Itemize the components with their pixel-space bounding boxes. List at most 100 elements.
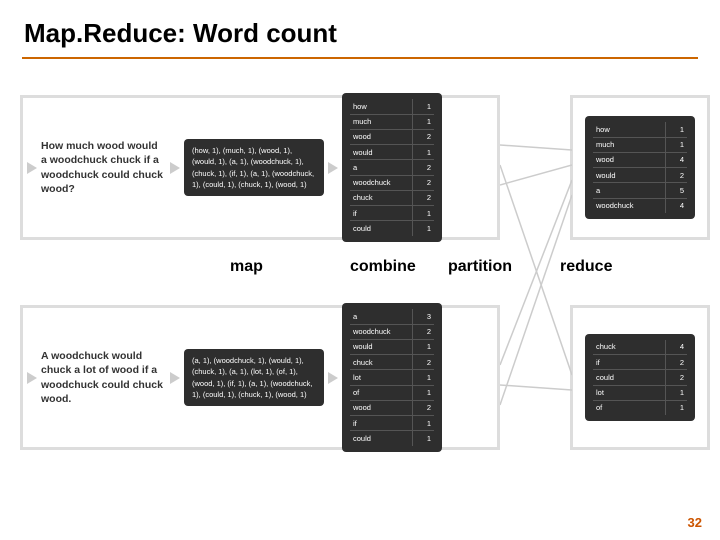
table-cell: of [350, 385, 412, 400]
table-cell: 1 [665, 122, 687, 137]
table-cell: 1 [412, 339, 434, 354]
reduce-table-top: how1much1wood4would2a5woodchuck4 [593, 122, 687, 213]
table-cell: 2 [412, 160, 434, 175]
table-cell: woodchuck [593, 198, 665, 213]
table-cell: 3 [412, 309, 434, 324]
reducer-box-bottom: chuck4if2could2lot1of1 [570, 305, 710, 450]
reduce-output-bottom: chuck4if2could2lot1of1 [585, 334, 695, 421]
table-cell: 1 [412, 416, 434, 431]
table-cell: 2 [412, 190, 434, 205]
table-cell: 2 [412, 400, 434, 415]
table-cell: could [350, 431, 412, 446]
table-cell: 2 [412, 175, 434, 190]
table-row: lot1 [593, 385, 687, 400]
label-combine: combine [350, 258, 416, 276]
table-cell: chuck [350, 355, 412, 370]
table-cell: if [350, 416, 412, 431]
table-cell: could [593, 370, 665, 385]
table-cell: woodchuck [350, 175, 412, 190]
table-cell: a [350, 160, 412, 175]
table-cell: 1 [665, 137, 687, 152]
map-output-top: (how, 1), (much, 1), (wood, 1), (would, … [184, 139, 324, 196]
table-cell: a [593, 183, 665, 198]
combine-table-bottom: a3woodchuck2would1chuck2lot1of1wood2if1c… [350, 309, 434, 445]
page-number: 32 [688, 515, 702, 530]
table-cell: 1 [412, 385, 434, 400]
table-cell: 1 [412, 99, 434, 114]
title-divider [22, 57, 698, 59]
table-cell: wood [350, 400, 412, 415]
input-text-top: How much wood would a woodchuck chuck if… [41, 139, 166, 196]
table-cell: a [350, 309, 412, 324]
table-row: chuck2 [350, 355, 434, 370]
table-cell: would [350, 339, 412, 354]
table-row: of1 [350, 385, 434, 400]
table-cell: could [350, 221, 412, 236]
table-cell: woodchuck [350, 324, 412, 339]
table-row: could1 [350, 431, 434, 446]
table-row: much1 [593, 137, 687, 152]
label-partition: partition [448, 258, 512, 276]
table-cell: 1 [665, 400, 687, 415]
table-cell: 1 [412, 114, 434, 129]
table-row: chuck4 [593, 340, 687, 355]
arrow-icon [27, 372, 37, 384]
table-row: wood2 [350, 400, 434, 415]
arrow-icon [328, 372, 338, 384]
table-cell: 2 [412, 324, 434, 339]
table-cell: 1 [412, 221, 434, 236]
table-row: wood4 [593, 152, 687, 167]
table-cell: lot [350, 370, 412, 385]
reduce-table-bottom: chuck4if2could2lot1of1 [593, 340, 687, 415]
combine-output-bottom: a3woodchuck2would1chuck2lot1of1wood2if1c… [342, 303, 442, 451]
table-cell: 1 [412, 431, 434, 446]
table-cell: much [350, 114, 412, 129]
table-cell: if [350, 206, 412, 221]
table-row: how1 [593, 122, 687, 137]
table-row: if1 [350, 206, 434, 221]
table-row: if2 [593, 355, 687, 370]
table-cell: much [593, 137, 665, 152]
table-row: lot1 [350, 370, 434, 385]
table-cell: would [593, 168, 665, 183]
pipeline-bottom: A woodchuck would chuck a lot of wood if… [20, 305, 500, 450]
combine-output-top: how1much1wood2would1a2woodchuck2chuck2if… [342, 93, 442, 241]
table-cell: 2 [665, 370, 687, 385]
table-row: chuck2 [350, 190, 434, 205]
table-row: could2 [593, 370, 687, 385]
slide-title: Map.Reduce: Word count [0, 0, 720, 57]
table-cell: 2 [412, 355, 434, 370]
arrow-icon [170, 372, 180, 384]
combine-table-top: how1much1wood2would1a2woodchuck2chuck2if… [350, 99, 434, 235]
table-row: a2 [350, 160, 434, 175]
pipeline-top: How much wood would a woodchuck chuck if… [20, 95, 500, 240]
table-row: a3 [350, 309, 434, 324]
reduce-output-top: how1much1wood4would2a5woodchuck4 [585, 116, 695, 219]
table-row: how1 [350, 99, 434, 114]
arrow-icon [328, 162, 338, 174]
map-output-bottom: (a, 1), (woodchuck, 1), (would, 1), (chu… [184, 349, 324, 406]
table-row: could1 [350, 221, 434, 236]
table-cell: wood [350, 129, 412, 144]
table-row: of1 [593, 400, 687, 415]
table-row: a5 [593, 183, 687, 198]
table-row: woodchuck4 [593, 198, 687, 213]
arrow-icon [27, 162, 37, 174]
table-cell: how [350, 99, 412, 114]
table-cell: if [593, 355, 665, 370]
table-cell: 1 [665, 385, 687, 400]
table-row: woodchuck2 [350, 324, 434, 339]
label-map: map [230, 258, 263, 276]
table-cell: 2 [665, 168, 687, 183]
table-row: would1 [350, 145, 434, 160]
table-cell: of [593, 400, 665, 415]
table-cell: 4 [665, 198, 687, 213]
table-cell: how [593, 122, 665, 137]
table-cell: chuck [350, 190, 412, 205]
mapper-box-top: How much wood would a woodchuck chuck if… [20, 95, 500, 240]
table-row: would2 [593, 168, 687, 183]
table-row: wood2 [350, 129, 434, 144]
table-cell: wood [593, 152, 665, 167]
table-cell: 4 [665, 340, 687, 355]
arrow-icon [170, 162, 180, 174]
